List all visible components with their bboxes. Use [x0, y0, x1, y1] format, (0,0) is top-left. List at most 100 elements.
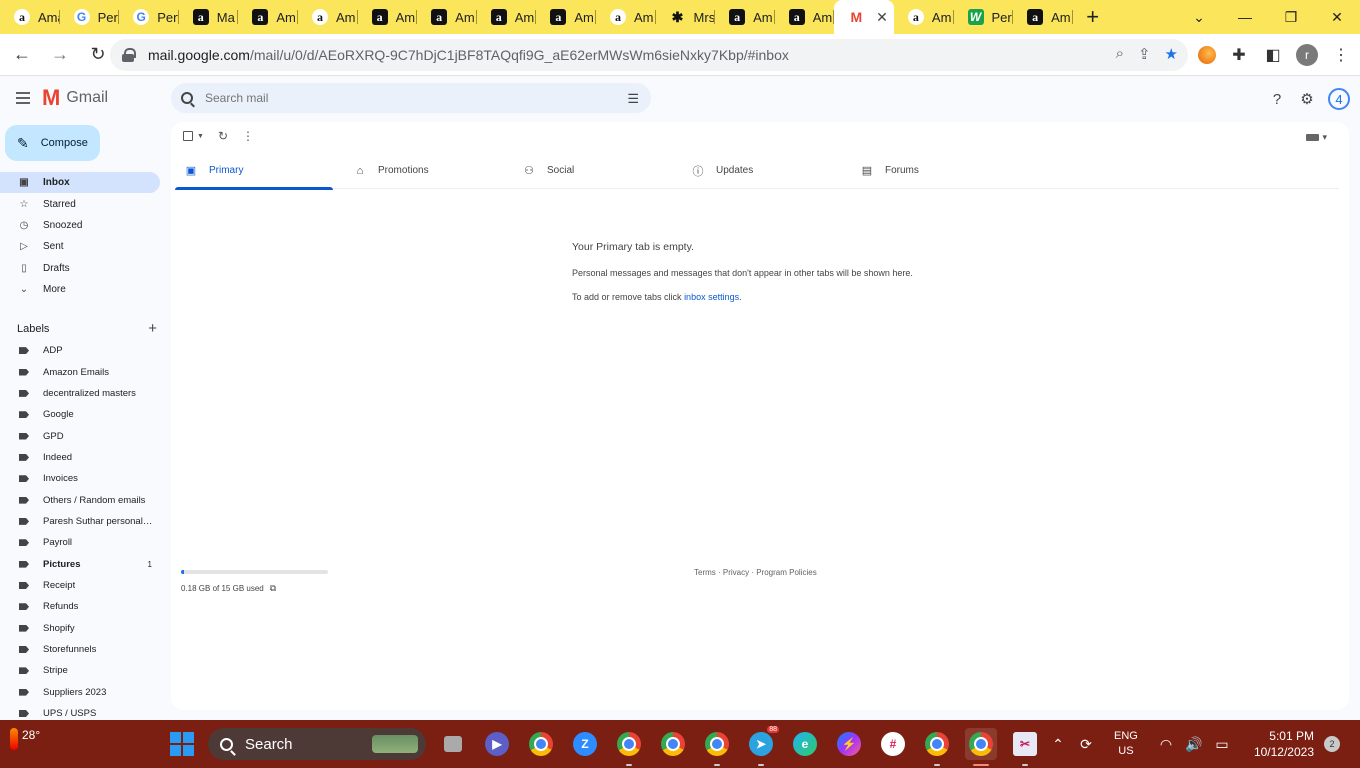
label-item[interactable]: Amazon Emails: [0, 361, 160, 382]
label-item[interactable]: GPD: [0, 425, 160, 446]
volume-icon[interactable]: 🔊: [1180, 736, 1208, 753]
chrome-icon[interactable]: [525, 728, 557, 760]
create-label-plus-icon[interactable]: +: [148, 320, 157, 337]
notification-badge[interactable]: 2: [1324, 736, 1340, 752]
teams-meet-icon[interactable]: ▶: [481, 728, 513, 760]
search-options-icon[interactable]: ☰: [627, 91, 639, 107]
chrome-profile-4-icon[interactable]: [921, 728, 953, 766]
restore-button[interactable]: ❐: [1268, 0, 1314, 34]
settings-gear-icon[interactable]: ⚙: [1298, 90, 1316, 108]
browser-tab[interactable]: a Am: [894, 0, 954, 34]
browser-tab[interactable]: a Ma: [179, 0, 239, 34]
label-item[interactable]: Indeed: [0, 447, 160, 468]
address-bar[interactable]: mail.google.com/mail/u/0/d/AEoRXRQ-9C7hD…: [110, 39, 1188, 71]
telegram-icon[interactable]: ➤ 88: [745, 726, 779, 766]
tab-promotions[interactable]: ⌂ Promotions: [344, 152, 513, 189]
browser-tab[interactable]: a Am: [775, 0, 835, 34]
compose-button[interactable]: ✎ Compose: [5, 125, 100, 161]
show-hidden-icons-chevron[interactable]: ⌃: [1044, 736, 1072, 753]
tab-search-icon[interactable]: ⌄: [1176, 0, 1222, 34]
sidebar-item-starred[interactable]: ☆ Starred: [0, 193, 160, 214]
footer-links[interactable]: Terms · Privacy · Program Policies: [694, 568, 817, 577]
main-menu-icon[interactable]: [16, 92, 30, 104]
sidebar-item-inbox[interactable]: ▣ Inbox: [0, 172, 160, 194]
select-dropdown-icon[interactable]: ▼: [197, 133, 204, 140]
bookmark-star-icon[interactable]: ★: [1165, 45, 1178, 63]
sidebar-item-sent[interactable]: ▷ Sent: [0, 236, 160, 257]
label-item[interactable]: Shopify: [0, 617, 160, 638]
snipping-tool-icon[interactable]: ✂: [1009, 728, 1041, 766]
label-item[interactable]: Google: [0, 404, 160, 425]
task-view-icon[interactable]: [437, 728, 469, 760]
chrome-profile-3-icon[interactable]: [701, 728, 733, 766]
sidebar-item-more[interactable]: ⌄ More: [0, 279, 160, 300]
chrome-menu-icon[interactable]: ⋮: [1330, 40, 1352, 70]
forward-button[interactable]: →: [44, 39, 76, 71]
chrome-profile-2-icon[interactable]: [657, 728, 689, 760]
side-panel-icon[interactable]: ◧: [1262, 40, 1284, 70]
browser-tab[interactable]: a Ama: [0, 0, 60, 34]
lock-icon[interactable]: [122, 48, 136, 62]
label-item[interactable]: ADP: [0, 340, 160, 361]
chrome-profile-icon[interactable]: [613, 728, 645, 766]
refresh-icon[interactable]: ↻: [218, 129, 228, 143]
sidebar-item-snoozed[interactable]: ◷ Snoozed: [0, 215, 160, 236]
browser-tab[interactable]: a Am: [715, 0, 775, 34]
zoom-app-icon[interactable]: Z: [569, 728, 601, 760]
label-item[interactable]: Stripe: [0, 660, 160, 681]
language-indicator[interactable]: ENG US: [1100, 729, 1152, 759]
taskbar-search[interactable]: Search: [208, 728, 426, 760]
label-item[interactable]: Storefunnels: [0, 639, 160, 660]
inbox-settings-link[interactable]: inbox settings: [684, 292, 739, 302]
new-tab-button[interactable]: +: [1073, 0, 1113, 34]
sync-icon[interactable]: ⟳: [1072, 736, 1100, 753]
browser-tab[interactable]: a Am: [358, 0, 418, 34]
browser-tab[interactable]: G Perf: [60, 0, 119, 34]
browser-tab[interactable]: W Perf: [954, 0, 1013, 34]
label-item[interactable]: Receipt: [0, 575, 160, 596]
label-item[interactable]: Others / Random emails: [0, 489, 160, 510]
input-tools[interactable]: ▾: [1306, 132, 1327, 143]
browser-tab[interactable]: a Am: [417, 0, 477, 34]
sidebar-item-drafts[interactable]: ▯ Drafts: [0, 258, 160, 279]
search-icon[interactable]: [181, 92, 193, 104]
clock[interactable]: 5:01 PM 10/12/2023: [1254, 728, 1314, 760]
profile-avatar[interactable]: r: [1296, 44, 1318, 66]
browser-tab[interactable]: M ✕: [834, 0, 894, 34]
tab-forums[interactable]: ▤ Forums: [851, 152, 1020, 189]
close-window-button[interactable]: ✕: [1314, 0, 1360, 34]
close-tab-icon[interactable]: ✕: [876, 9, 888, 26]
tab-social[interactable]: ⚇ Social: [513, 152, 682, 189]
more-options-icon[interactable]: ⋮: [242, 129, 254, 143]
battery-icon[interactable]: ▭: [1208, 736, 1236, 753]
label-item[interactable]: Paresh Suthar personal ...: [0, 511, 160, 532]
slack-icon[interactable]: #: [877, 728, 909, 760]
back-button[interactable]: ←: [6, 39, 38, 71]
label-item[interactable]: Invoices: [0, 468, 160, 489]
extensions-puzzle-icon[interactable]: ✚: [1228, 40, 1250, 70]
url-text[interactable]: mail.google.com/mail/u/0/d/AEoRXRQ-9C7hD…: [148, 47, 789, 63]
label-item[interactable]: Suppliers 2023: [0, 682, 160, 703]
help-icon[interactable]: ?: [1268, 90, 1286, 108]
label-item[interactable]: decentralized masters: [0, 383, 160, 404]
share-icon[interactable]: ⇪: [1138, 45, 1151, 63]
label-item[interactable]: Payroll: [0, 532, 160, 553]
gmail-logo[interactable]: M Gmail: [42, 87, 108, 109]
minimize-button[interactable]: —: [1222, 0, 1268, 34]
tab-updates[interactable]: ⓘ Updates: [682, 152, 851, 189]
external-link-icon[interactable]: ⧉: [270, 583, 276, 594]
windows-start-icon[interactable]: [170, 732, 194, 756]
browser-tab[interactable]: ✱ Mrs: [656, 0, 715, 34]
browser-tab[interactable]: a Am: [1013, 0, 1073, 34]
zoom-icon[interactable]: ⌕: [1116, 45, 1124, 63]
browser-tab[interactable]: a Am: [477, 0, 537, 34]
account-avatar[interactable]: 4: [1328, 88, 1350, 110]
label-item[interactable]: Refunds: [0, 596, 160, 617]
select-all-checkbox[interactable]: [183, 131, 193, 141]
label-item[interactable]: Pictures 1: [0, 553, 160, 574]
tab-primary[interactable]: ▣ Primary: [175, 152, 344, 190]
messenger-icon[interactable]: ⚡: [833, 728, 865, 760]
chrome-active-icon[interactable]: [965, 728, 997, 766]
browser-tab[interactable]: a Am: [596, 0, 656, 34]
edge-icon[interactable]: e: [789, 728, 821, 760]
